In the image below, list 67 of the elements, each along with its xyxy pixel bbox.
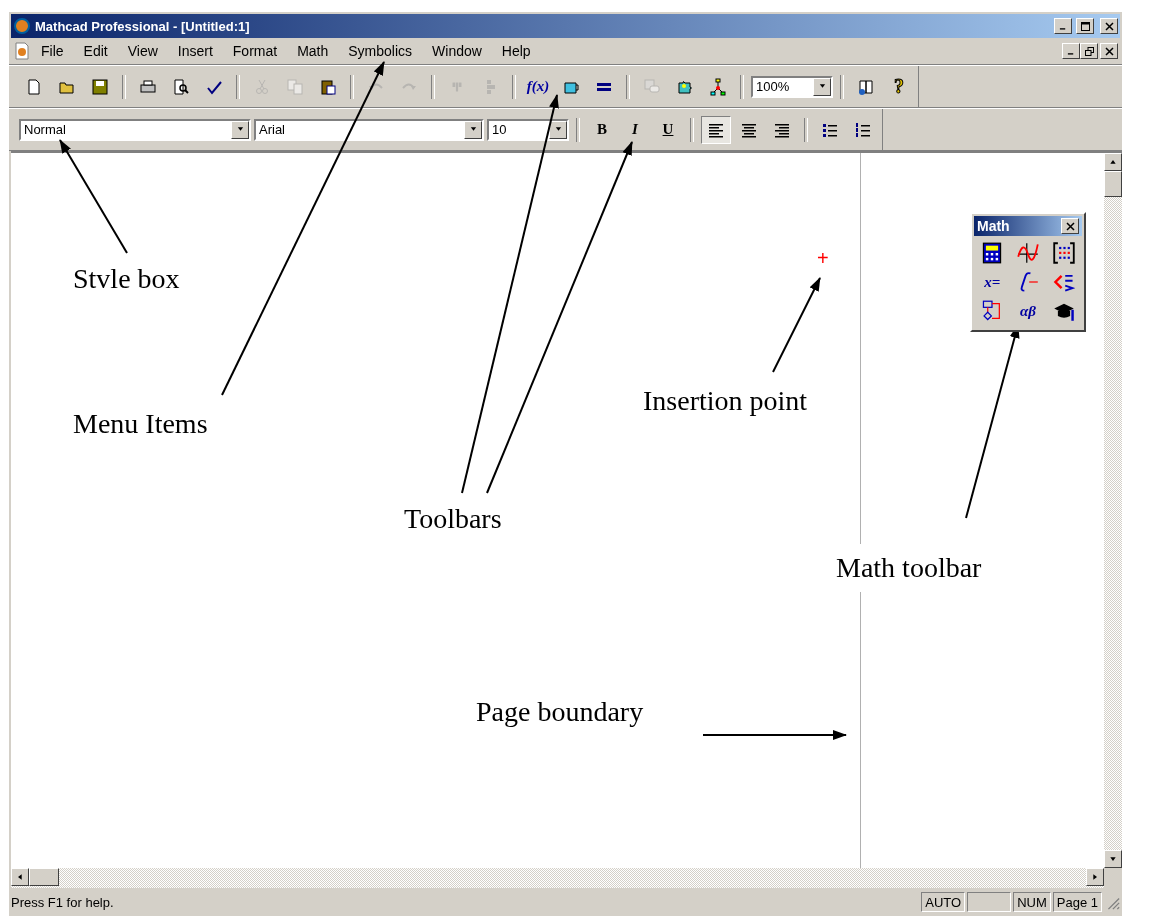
menu-item[interactable]: File xyxy=(31,41,74,61)
scroll-down-icon xyxy=(1109,856,1117,862)
book-icon xyxy=(857,77,875,96)
scrollbar-thumb[interactable] xyxy=(1104,171,1122,197)
close-icon xyxy=(1065,221,1075,231)
network-icon xyxy=(709,77,727,96)
restore-button[interactable] xyxy=(1080,43,1098,59)
window-title: Mathcad Professional - [Untitled:1] xyxy=(35,18,251,34)
graph-icon xyxy=(1017,242,1039,264)
dropdown-arrow-icon xyxy=(553,126,563,133)
clipboard-icon xyxy=(319,77,337,96)
status-message: Press F1 for help. xyxy=(11,894,115,910)
dropdown-arrow-icon xyxy=(235,126,245,133)
menu-item[interactable]: Math xyxy=(287,41,339,61)
insertion-marker: + xyxy=(817,248,829,268)
style-dropdown[interactable]: Normal xyxy=(19,118,251,141)
scroll-up-icon xyxy=(1109,159,1117,165)
zoom-dropdown[interactable]: 100% xyxy=(751,75,833,98)
vertical-scrollbar[interactable] xyxy=(1104,153,1122,868)
status-panel: NUM xyxy=(1013,892,1051,912)
align-button[interactable] xyxy=(701,115,731,144)
minimize-button[interactable] xyxy=(1062,43,1080,59)
italic-button[interactable]: I xyxy=(620,116,650,143)
printer-icon xyxy=(139,77,157,96)
menu-item[interactable]: Format xyxy=(222,41,288,61)
status-panel: AUTO xyxy=(921,892,966,912)
document-icon xyxy=(25,77,43,96)
magnifier-document-icon xyxy=(172,77,190,96)
evaluation-button[interactable]: x= xyxy=(977,269,1008,295)
document-menu-icon xyxy=(13,42,31,60)
menu-item[interactable]: Edit xyxy=(73,41,118,61)
bold-button[interactable]: B xyxy=(587,116,617,143)
menu-item[interactable]: View xyxy=(117,41,168,61)
calculator-icon xyxy=(981,242,1004,264)
restore-icon xyxy=(1084,46,1094,56)
greek-letters-button[interactable]: αβ xyxy=(1013,298,1043,324)
matrix-icon xyxy=(1052,242,1075,264)
minimize-button[interactable] xyxy=(1054,18,1072,34)
close-icon xyxy=(1104,46,1114,56)
numbered-list-icon xyxy=(854,120,872,139)
status-panel xyxy=(967,892,1012,912)
menu-item[interactable]: Window xyxy=(422,41,492,61)
status-panel: Page 1 xyxy=(1052,892,1102,912)
app-icon xyxy=(13,17,31,35)
menu-item[interactable]: Insert xyxy=(167,41,223,61)
maximize-icon xyxy=(1080,21,1090,31)
horizontal-scrollbar[interactable] xyxy=(11,868,1122,888)
close-button[interactable] xyxy=(1100,43,1118,59)
scissors-icon xyxy=(253,77,271,96)
maximize-button[interactable] xyxy=(1076,18,1094,34)
function-button[interactable]: f(x) xyxy=(523,73,553,100)
dropdown-arrow-icon xyxy=(468,126,478,133)
copy-icon xyxy=(286,77,304,96)
menu-item[interactable]: Help xyxy=(491,41,541,61)
component-icon xyxy=(643,77,661,96)
scrollbar-thumb[interactable] xyxy=(29,868,59,886)
font-size-dropdown[interactable]: 10 xyxy=(487,118,569,141)
font-dropdown[interactable]: Arial xyxy=(254,118,484,141)
underline-button[interactable]: U xyxy=(653,116,683,143)
scroll-left-icon xyxy=(17,873,23,881)
close-icon xyxy=(1104,21,1114,31)
scroll-right-icon xyxy=(1092,873,1098,881)
close-button[interactable] xyxy=(1100,18,1118,34)
palette-title: Math xyxy=(977,218,1010,234)
close-button[interactable] xyxy=(1061,218,1079,234)
menu-item[interactable]: Symbolics xyxy=(338,41,423,61)
dropdown-arrow-icon xyxy=(817,83,827,90)
